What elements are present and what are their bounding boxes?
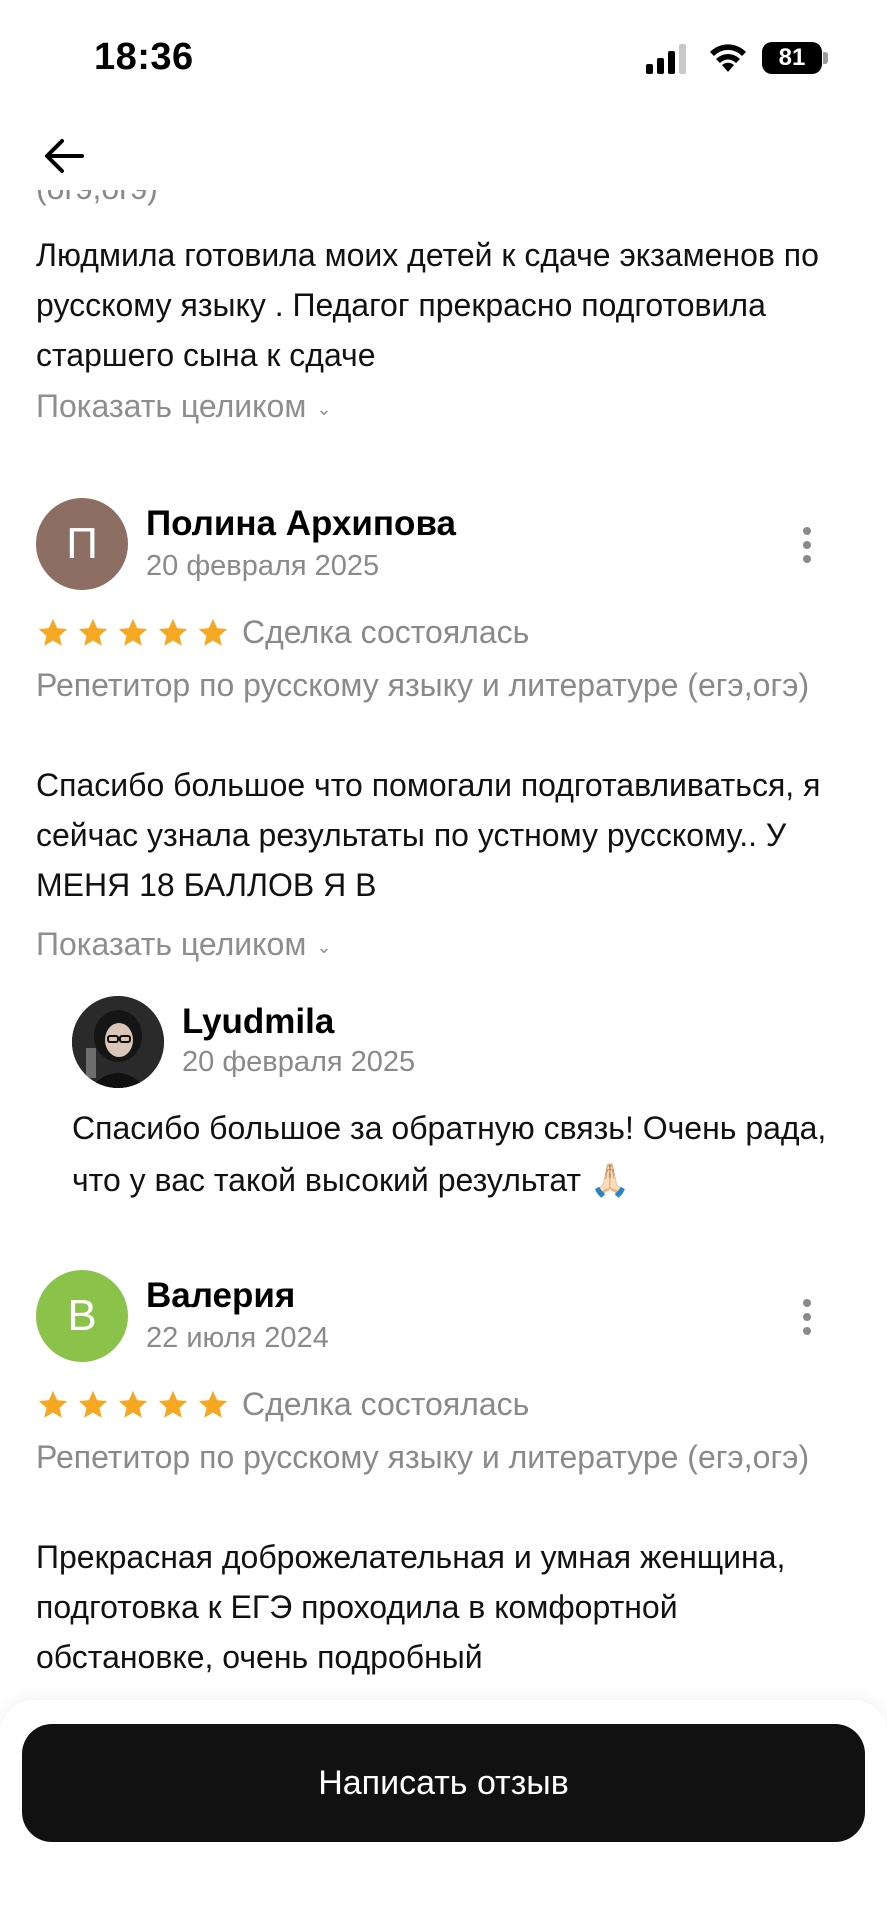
chevron-down-icon: ⌄: [316, 937, 332, 957]
reply-date: 20 февраля 2025: [182, 1046, 416, 1078]
deal-status: Сделка состоялась: [242, 1386, 530, 1422]
review-service: Репетитор по русскому языку и литературе…: [36, 1439, 810, 1475]
review-service: Репетитор по русскому языку и литературе…: [36, 667, 810, 703]
star-icon: [78, 618, 108, 646]
star-icon: [38, 618, 68, 646]
show-more-link[interactable]: Показать целиком ⌄: [36, 926, 331, 963]
star-icon: [198, 1390, 228, 1418]
review-date: 20 февраля 2025: [146, 550, 380, 582]
star-icon: [198, 618, 228, 646]
back-button[interactable]: [36, 128, 92, 184]
rating-stars: [36, 616, 230, 650]
cellular-signal-icon: [646, 44, 686, 74]
star-icon: [38, 1390, 68, 1418]
review-author: Полина Архипова: [146, 504, 456, 543]
star-icon: [158, 618, 188, 646]
star-icon: [118, 1390, 148, 1418]
avatar: В: [36, 1270, 128, 1362]
person-photo-icon: [72, 996, 164, 1088]
battery-icon: 81: [762, 42, 828, 74]
star-icon: [158, 1390, 188, 1418]
more-options-icon[interactable]: [792, 520, 822, 570]
write-review-button[interactable]: Написать отзыв: [22, 1724, 865, 1842]
status-time: 18:36: [94, 36, 194, 78]
arrow-left-icon: [45, 139, 84, 173]
previous-review-text: Людмила готовила моих детей к сдаче экза…: [36, 237, 819, 373]
wifi-icon: [710, 44, 746, 72]
rating-stars: [36, 1388, 230, 1422]
reply-avatar: [72, 996, 164, 1088]
status-bar: 18:36 81: [0, 0, 887, 120]
avatar: П: [36, 498, 128, 590]
deal-status: Сделка состоялась: [242, 614, 530, 650]
more-options-icon[interactable]: [792, 1292, 822, 1342]
review-date: 22 июля 2024: [146, 1322, 329, 1354]
previous-review-show-more[interactable]: Показать целиком ⌄: [36, 388, 331, 425]
reply-text: Спасибо большое за обратную связь! Очень…: [72, 1110, 827, 1198]
reply-author: Lyudmila: [182, 1002, 335, 1041]
star-icon: [78, 1390, 108, 1418]
review-text: Спасибо большое что помогали подготавлив…: [36, 767, 821, 903]
review-text: Прекрасная доброжелательная и умная женщ…: [36, 1539, 786, 1675]
reviews-list[interactable]: (огэ,огэ) Людмила готовила моих детей к …: [0, 190, 887, 1720]
chevron-down-icon: ⌄: [316, 399, 332, 419]
review-author: Валерия: [146, 1276, 296, 1315]
battery-level: 81: [762, 42, 822, 74]
previous-review-service: (огэ,огэ): [36, 190, 158, 207]
star-icon: [118, 618, 148, 646]
